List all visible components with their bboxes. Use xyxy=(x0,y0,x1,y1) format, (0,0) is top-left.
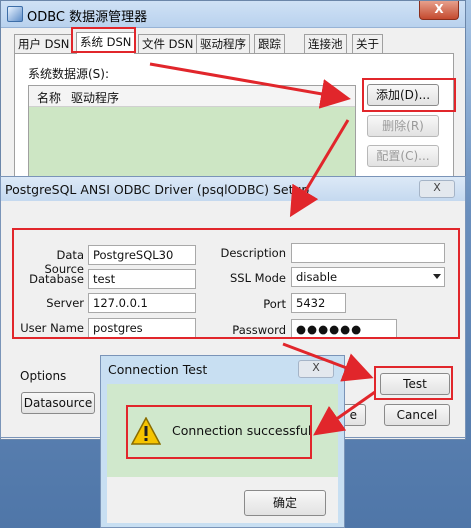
highlight-add-button xyxy=(362,78,456,112)
column-name[interactable]: 名称 xyxy=(37,89,61,106)
connection-test-title: Connection Test xyxy=(108,362,208,377)
tab-user-dsn[interactable]: 用户 DSN xyxy=(14,34,74,53)
remove-button[interactable]: 删除(R) xyxy=(367,115,439,137)
highlight-success-message xyxy=(126,405,312,459)
connection-test-close-button[interactable]: X xyxy=(298,360,334,378)
tab-drivers[interactable]: 驱动程序 xyxy=(196,34,250,53)
datasource-button[interactable]: Datasource xyxy=(21,392,95,414)
pg-titlebar: PostgreSQL ANSI ODBC Driver (psqlODBC) S… xyxy=(1,177,465,201)
tab-about[interactable]: 关于 xyxy=(352,34,383,53)
odbc-close-button[interactable]: X xyxy=(419,1,459,20)
cancel-button[interactable]: Cancel xyxy=(384,404,450,426)
odbc-app-icon xyxy=(7,6,23,22)
configure-button[interactable]: 配置(C)... xyxy=(367,145,439,167)
tab-tracing[interactable]: 跟踪 xyxy=(254,34,285,53)
ok-button[interactable]: 确定 xyxy=(244,490,326,516)
highlight-connection-fields xyxy=(12,228,460,339)
ds-list-header: 名称 驱动程序 xyxy=(29,86,355,107)
highlight-test-button xyxy=(374,366,453,400)
tab-connection-pool[interactable]: 连接池 xyxy=(304,34,347,53)
pg-title: PostgreSQL ANSI ODBC Driver (psqlODBC) S… xyxy=(5,182,310,197)
options-label: Options xyxy=(20,369,67,383)
highlight-system-dsn-tab xyxy=(71,27,136,53)
odbc-title: ODBC 数据源管理器 xyxy=(27,10,148,25)
tab-file-dsn[interactable]: 文件 DSN xyxy=(138,34,198,53)
odbc-titlebar: ODBC 数据源管理器 X xyxy=(1,1,465,28)
column-driver[interactable]: 驱动程序 xyxy=(71,89,119,106)
system-ds-label: 系统数据源(S): xyxy=(28,67,110,81)
pg-close-button[interactable]: X xyxy=(419,180,455,198)
